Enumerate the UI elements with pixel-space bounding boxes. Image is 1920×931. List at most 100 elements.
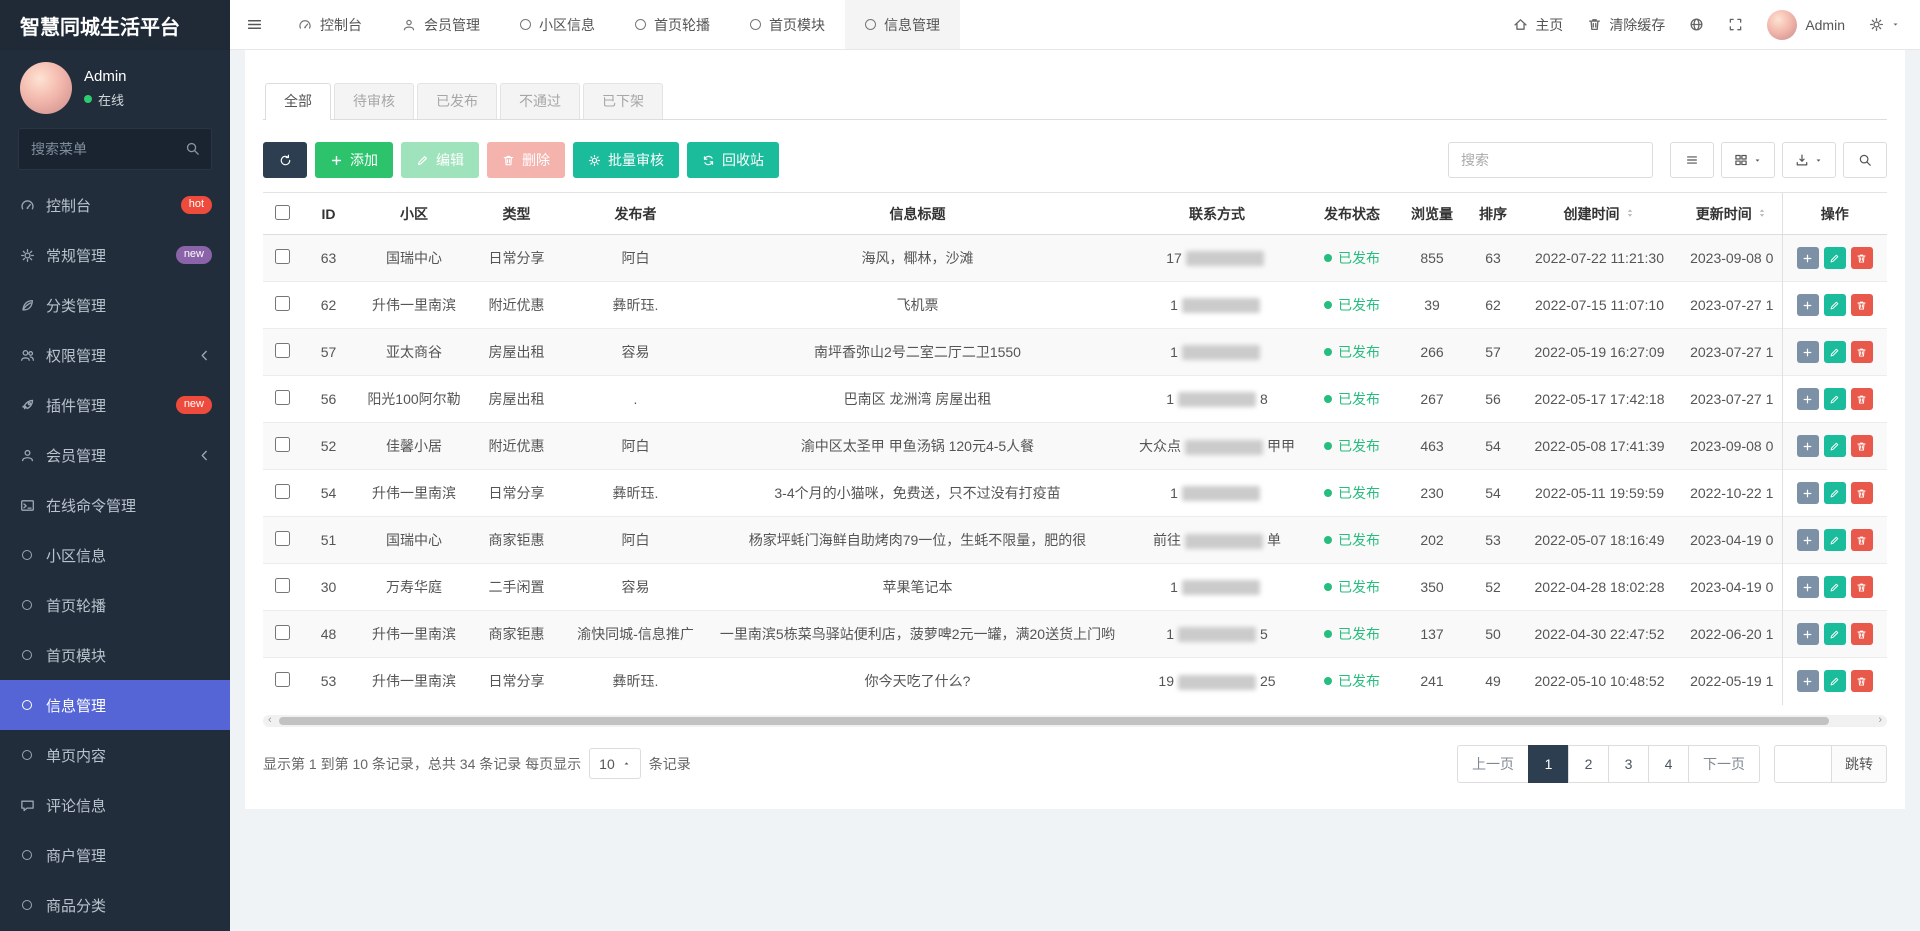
scrollbar-thumb[interactable] [279, 717, 1829, 725]
sidebar-item-comment[interactable]: 评论信息 [0, 780, 230, 830]
sidebar-item-category[interactable]: 分类管理 [0, 280, 230, 330]
sidebar-item-banner[interactable]: 首页轮播 [0, 580, 230, 630]
row-more-button[interactable] [1797, 388, 1819, 410]
row-checkbox[interactable] [275, 484, 290, 499]
nav-tab-banner[interactable]: 首页轮播 [615, 0, 730, 49]
delete-button[interactable]: 删除 [487, 142, 565, 178]
page-button-3[interactable]: 3 [1608, 745, 1649, 783]
scroll-left-arrow[interactable]: ‹ [268, 715, 272, 726]
row-delete-button[interactable] [1851, 529, 1873, 551]
add-button[interactable]: 添加 [315, 142, 393, 178]
batch-audit-button[interactable]: 批量审核 [573, 142, 679, 178]
sidebar-toggle-button[interactable] [230, 0, 278, 49]
jump-button[interactable]: 跳转 [1832, 745, 1887, 783]
prev-page-button[interactable]: 上一页 [1457, 745, 1529, 783]
row-more-button[interactable] [1797, 529, 1819, 551]
row-edit-button[interactable] [1824, 623, 1846, 645]
horizontal-scrollbar[interactable]: ‹ › [263, 715, 1887, 727]
filter-tab-rejected[interactable]: 不通过 [500, 83, 580, 119]
sidebar-item-member[interactable]: 会员管理 [0, 430, 230, 480]
row-delete-button[interactable] [1851, 435, 1873, 457]
jump-page-input[interactable] [1774, 745, 1832, 783]
home-link[interactable]: 主页 [1513, 15, 1563, 35]
row-more-button[interactable] [1797, 482, 1819, 504]
row-delete-button[interactable] [1851, 247, 1873, 269]
row-checkbox[interactable] [275, 531, 290, 546]
row-checkbox[interactable] [275, 672, 290, 687]
page-button-2[interactable]: 2 [1568, 745, 1609, 783]
row-more-button[interactable] [1797, 294, 1819, 316]
sidebar-item-command[interactable]: 在线命令管理 [0, 480, 230, 530]
row-edit-button[interactable] [1824, 341, 1846, 363]
filter-tab-offline[interactable]: 已下架 [583, 83, 663, 119]
detail-view-button[interactable] [1670, 142, 1714, 178]
nav-tab-community[interactable]: 小区信息 [500, 0, 615, 49]
row-checkbox[interactable] [275, 437, 290, 452]
page-button-4[interactable]: 4 [1648, 745, 1689, 783]
page-size-select[interactable]: 10 [589, 748, 641, 779]
refresh-button[interactable] [263, 142, 307, 178]
row-delete-button[interactable] [1851, 388, 1873, 410]
sidebar-item-community[interactable]: 小区信息 [0, 530, 230, 580]
row-delete-button[interactable] [1851, 294, 1873, 316]
sidebar-item-info[interactable]: 信息管理 [0, 680, 230, 730]
row-edit-button[interactable] [1824, 482, 1846, 504]
sidebar-item-addon[interactable]: 插件管理new [0, 380, 230, 430]
nav-tab-module[interactable]: 首页模块 [730, 0, 845, 49]
row-checkbox[interactable] [275, 249, 290, 264]
menu-search-input[interactable] [18, 128, 212, 170]
export-button[interactable] [1782, 142, 1836, 178]
scroll-right-arrow[interactable]: › [1878, 715, 1882, 726]
row-edit-button[interactable] [1824, 670, 1846, 692]
row-delete-button[interactable] [1851, 623, 1873, 645]
nav-tab-info[interactable]: 信息管理 [845, 0, 960, 49]
sidebar-item-goods[interactable]: 商品分类 [0, 880, 230, 930]
column-header-created[interactable]: 创建时间 [1517, 193, 1682, 235]
filter-tab-all[interactable]: 全部 [265, 83, 331, 120]
row-more-button[interactable] [1797, 576, 1819, 598]
row-checkbox[interactable] [275, 390, 290, 405]
filter-tab-pending[interactable]: 待审核 [334, 83, 414, 119]
row-edit-button[interactable] [1824, 529, 1846, 551]
next-page-button[interactable]: 下一页 [1688, 745, 1760, 783]
nav-tab-member[interactable]: 会员管理 [382, 0, 500, 49]
clear-cache-link[interactable]: 清除缓存 [1587, 15, 1665, 35]
row-more-button[interactable] [1797, 341, 1819, 363]
page-button-1[interactable]: 1 [1528, 745, 1569, 783]
filter-tab-published[interactable]: 已发布 [417, 83, 497, 119]
row-checkbox[interactable] [275, 578, 290, 593]
row-checkbox[interactable] [275, 296, 290, 311]
sidebar-item-general[interactable]: 常规管理new [0, 230, 230, 280]
table-search-input[interactable] [1448, 142, 1653, 178]
sidebar-item-merchant[interactable]: 商户管理 [0, 830, 230, 880]
row-delete-button[interactable] [1851, 341, 1873, 363]
user-menu[interactable]: Admin [1767, 10, 1845, 40]
select-all-checkbox[interactable] [275, 205, 290, 220]
user-avatar[interactable] [20, 62, 72, 114]
sidebar-item-module[interactable]: 首页模块 [0, 630, 230, 680]
columns-toggle-button[interactable] [1721, 142, 1775, 178]
settings-menu[interactable] [1869, 17, 1900, 32]
sidebar-item-auth[interactable]: 权限管理 [0, 330, 230, 380]
row-edit-button[interactable] [1824, 435, 1846, 457]
row-edit-button[interactable] [1824, 294, 1846, 316]
row-more-button[interactable] [1797, 623, 1819, 645]
row-more-button[interactable] [1797, 435, 1819, 457]
column-header-updated[interactable]: 更新时间 [1682, 193, 1782, 235]
row-checkbox[interactable] [275, 625, 290, 640]
row-delete-button[interactable] [1851, 576, 1873, 598]
sidebar-item-page[interactable]: 单页内容 [0, 730, 230, 780]
fullscreen-button[interactable] [1728, 17, 1743, 32]
language-button[interactable] [1689, 17, 1704, 32]
sidebar-item-dashboard[interactable]: 控制台hot [0, 180, 230, 230]
recycle-button[interactable]: 回收站 [687, 142, 779, 178]
row-more-button[interactable] [1797, 247, 1819, 269]
row-more-button[interactable] [1797, 670, 1819, 692]
row-checkbox[interactable] [275, 343, 290, 358]
row-delete-button[interactable] [1851, 670, 1873, 692]
nav-tab-dashboard[interactable]: 控制台 [278, 0, 382, 49]
row-delete-button[interactable] [1851, 482, 1873, 504]
row-edit-button[interactable] [1824, 247, 1846, 269]
row-edit-button[interactable] [1824, 576, 1846, 598]
row-edit-button[interactable] [1824, 388, 1846, 410]
